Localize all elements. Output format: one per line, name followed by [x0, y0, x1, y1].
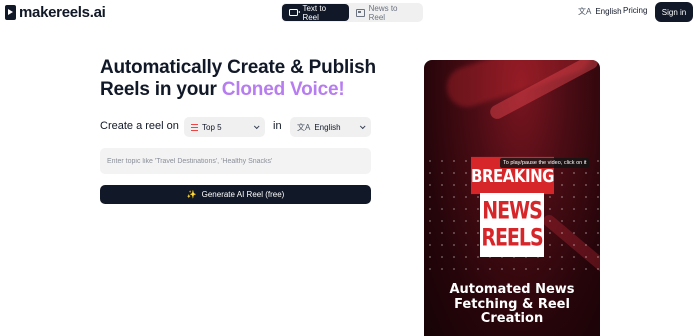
translate-icon: 文A — [578, 7, 592, 16]
topic-input[interactable] — [100, 148, 371, 174]
language-select[interactable]: 文A English — [290, 117, 371, 137]
generate-reel-button[interactable]: ✨ Generate AI Reel (free) — [100, 185, 371, 204]
signin-button[interactable]: Sign in — [655, 2, 693, 22]
tab-text-to-reel-label: Text to Reel — [302, 3, 327, 22]
tab-news-to-reel-label: News to Reel — [368, 3, 398, 22]
generate-reel-label: Generate AI Reel (free) — [201, 190, 285, 199]
hero-title: Automatically Create & Publish Reels in … — [100, 57, 400, 101]
hero-title-line2: Reels in your — [100, 79, 222, 100]
list-icon — [191, 123, 198, 131]
logo[interactable]: makereels.ai — [5, 3, 106, 21]
pricing-link[interactable]: Pricing — [623, 6, 647, 15]
mode-toggle: Text to Reel News to Reel — [281, 3, 423, 22]
top-nav: makereels.ai Text to Reel News to Reel 文… — [0, 0, 700, 26]
logo-text: makereels.ai — [19, 3, 106, 21]
hero-title-line1: Automatically Create & Publish — [100, 57, 376, 78]
create-row: Create a reel on Top 5 in 文A English — [100, 117, 372, 137]
create-label: Create a reel on — [100, 120, 179, 132]
play-logo-icon — [5, 4, 16, 20]
tab-news-to-reel[interactable]: News to Reel — [349, 3, 422, 22]
tab-text-to-reel[interactable]: Text to Reel — [282, 3, 349, 22]
format-select-value: Top 5 — [202, 122, 222, 132]
format-select[interactable]: Top 5 — [184, 117, 265, 137]
news-reels-line2: REELS — [481, 224, 543, 252]
translate-icon: 文A — [297, 122, 311, 132]
language-switcher[interactable]: 文A English — [578, 6, 622, 17]
language-select-value: English — [314, 122, 341, 132]
chevron-down-icon — [359, 123, 366, 130]
chevron-down-icon — [253, 123, 260, 130]
language-switcher-label: English — [595, 7, 622, 16]
video-caption: Automated News Fetching & Reel Creation — [449, 282, 575, 326]
video-tooltip: To play/pause the video, click on it — [500, 158, 590, 168]
in-label: in — [273, 120, 282, 132]
newspaper-icon — [355, 8, 365, 17]
news-reels-logo: NEWS REELS — [480, 193, 544, 257]
hero-title-accent: Cloned Voice! — [221, 79, 345, 100]
magic-wand-icon: ✨ — [186, 190, 197, 199]
camera-icon — [289, 9, 302, 16]
